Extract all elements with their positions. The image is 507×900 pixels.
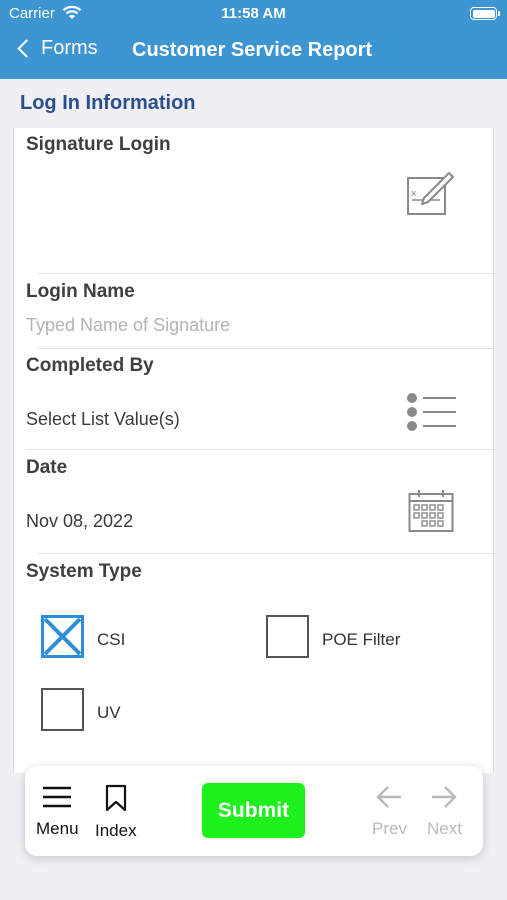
bottom-toolbar: Menu Index Submit Prev Next bbox=[25, 766, 483, 856]
poe-filter-checkbox[interactable] bbox=[266, 615, 309, 658]
battery-icon bbox=[470, 7, 500, 20]
uv-label: UV bbox=[97, 703, 121, 722]
login-name-label: Login Name bbox=[26, 281, 135, 302]
next-label: Next bbox=[427, 819, 462, 838]
divider bbox=[38, 553, 495, 554]
prev-label: Prev bbox=[372, 819, 407, 838]
top-bar: Carrier 11:58 AM Forms Customer Service … bbox=[0, 0, 507, 79]
bookmark-icon bbox=[105, 784, 126, 812]
completed-by-select[interactable]: Select List Value(s) bbox=[26, 409, 180, 430]
poe-filter-label: POE Filter bbox=[322, 630, 401, 649]
date-label: Date bbox=[26, 457, 68, 478]
divider bbox=[26, 449, 495, 450]
status-time: 11:58 AM bbox=[221, 5, 286, 22]
index-button[interactable]: Index bbox=[95, 784, 137, 841]
svg-text:x: x bbox=[411, 189, 417, 199]
calendar-icon[interactable] bbox=[408, 489, 454, 538]
back-label: Forms bbox=[41, 37, 98, 59]
uv-checkbox[interactable] bbox=[41, 688, 84, 731]
completed-by-label: Completed By bbox=[26, 355, 154, 376]
system-type-label: System Type bbox=[26, 561, 142, 582]
divider bbox=[38, 348, 495, 349]
arrow-right-icon bbox=[432, 786, 458, 808]
status-bar: Carrier 11:58 AM bbox=[0, 0, 507, 28]
signature-label: Signature Login bbox=[26, 134, 171, 155]
page-title: Customer Service Report bbox=[132, 39, 373, 61]
chevron-left-icon bbox=[17, 39, 36, 58]
form-card: Signature Login x Login Name Typed Name … bbox=[13, 128, 495, 773]
prev-button[interactable]: Prev bbox=[372, 784, 407, 839]
menu-icon bbox=[43, 786, 72, 808]
login-name-input[interactable]: Typed Name of Signature bbox=[26, 315, 230, 336]
submit-button[interactable]: Submit bbox=[202, 783, 305, 838]
next-button[interactable]: Next bbox=[427, 784, 462, 839]
signature-pad-icon[interactable]: x bbox=[406, 168, 456, 223]
list-icon[interactable] bbox=[406, 392, 458, 437]
nav-bar: Forms Customer Service Report bbox=[0, 35, 507, 69]
csi-label: CSI bbox=[97, 630, 126, 649]
divider bbox=[38, 273, 495, 274]
menu-label: Menu bbox=[36, 819, 79, 838]
date-value[interactable]: Nov 08, 2022 bbox=[26, 511, 133, 532]
back-button[interactable]: Forms bbox=[14, 37, 98, 60]
menu-button[interactable]: Menu bbox=[36, 784, 79, 839]
index-label: Index bbox=[95, 821, 137, 840]
checkmark-x-icon bbox=[41, 615, 84, 658]
section-title: Log In Information bbox=[20, 92, 196, 114]
csi-checkbox[interactable] bbox=[41, 615, 84, 658]
arrow-left-icon bbox=[376, 786, 402, 808]
